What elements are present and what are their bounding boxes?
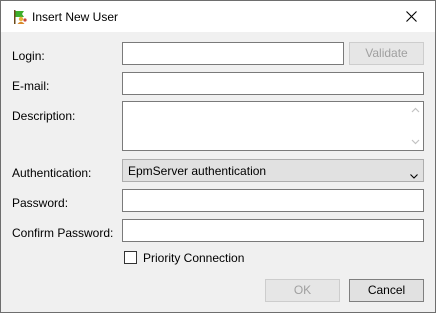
email-field[interactable] (122, 72, 424, 95)
dialog-content: Login: Validate E-mail: Description: Aut… (1, 32, 435, 312)
insert-new-user-dialog: Insert New User Login: Validate E-mail: … (0, 0, 436, 313)
close-icon (406, 11, 417, 22)
cancel-button[interactable]: Cancel (349, 279, 424, 302)
priority-connection-checkbox[interactable] (124, 251, 137, 264)
password-field[interactable] (122, 189, 424, 212)
description-field[interactable] (122, 101, 424, 151)
priority-connection-label[interactable]: Priority Connection (143, 250, 244, 266)
chevron-down-icon (410, 168, 418, 182)
authentication-select[interactable]: EpmServer authentication (122, 159, 424, 182)
users-flag-icon (12, 9, 28, 25)
authentication-select-value: EpmServer authentication (128, 164, 267, 178)
confirm-password-label: Confirm Password: (12, 226, 114, 240)
close-button[interactable] (389, 1, 435, 32)
title-bar: Insert New User (1, 1, 435, 32)
scroll-up-arrow-icon[interactable] (409, 104, 422, 117)
ok-button[interactable]: OK (265, 279, 340, 302)
confirm-password-field[interactable] (122, 219, 424, 242)
validate-button[interactable]: Validate (349, 42, 424, 65)
login-field[interactable] (122, 42, 344, 65)
description-label: Description: (12, 109, 76, 123)
window-title: Insert New User (32, 10, 119, 24)
scroll-down-arrow-icon[interactable] (409, 135, 422, 148)
email-label: E-mail: (12, 79, 50, 93)
authentication-label: Authentication: (12, 166, 92, 180)
login-label: Login: (12, 49, 45, 63)
password-label: Password: (12, 196, 69, 210)
